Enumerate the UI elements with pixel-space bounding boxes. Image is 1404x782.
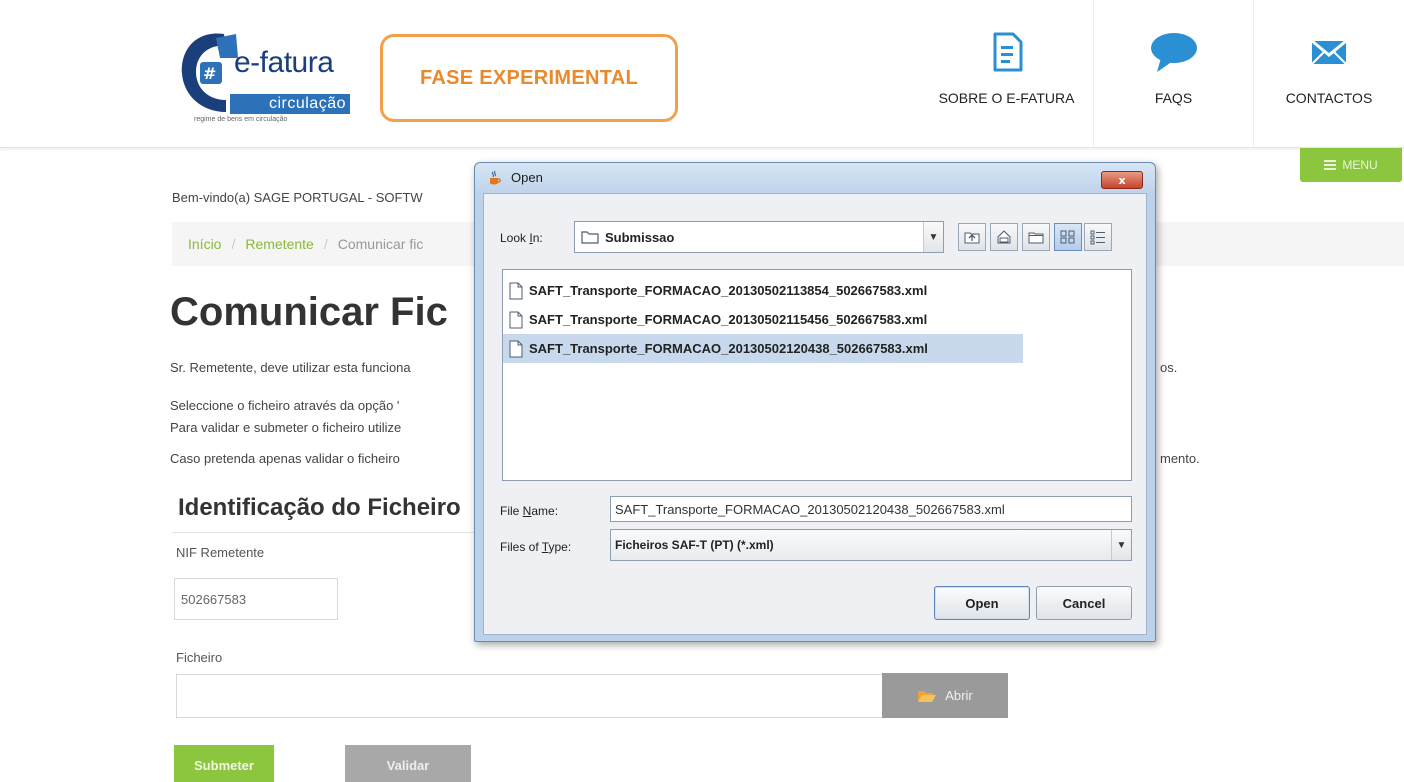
look-in-combo[interactable]: Submissao ▼ xyxy=(574,221,944,253)
file-icon xyxy=(509,282,523,299)
nif-input[interactable]: 502667583 xyxy=(174,578,338,620)
new-folder-icon xyxy=(1028,232,1044,244)
breadcrumb-current: Comunicar fic xyxy=(337,236,424,252)
home-icon xyxy=(997,230,1011,244)
abrir-button[interactable]: Abrir xyxy=(882,673,1008,718)
dialog-title: Open xyxy=(511,170,543,185)
section-title: Identificação do Ficheiro xyxy=(178,494,461,521)
look-in-value: Submissao xyxy=(605,229,675,245)
dialog-close-button[interactable]: x xyxy=(1101,171,1143,189)
instruction-validate-only: Caso pretenda apenas validar o ficheiro xyxy=(170,451,400,466)
file-icon xyxy=(509,340,523,357)
chevron-down-icon[interactable]: ▼ xyxy=(923,222,943,252)
look-in-label: Look In: xyxy=(500,231,543,245)
instruction-select: Seleccione o ficheiro através da opção ' xyxy=(170,398,400,413)
site-header: # e-fatura circulação regime de bens em … xyxy=(0,0,1404,148)
breadcrumb-separator: / xyxy=(323,236,328,252)
details-view-button[interactable] xyxy=(1084,223,1112,251)
list-view-icon xyxy=(1060,230,1075,244)
intro-paragraph-tail: os. xyxy=(1160,360,1178,375)
breadcrumb-inicio[interactable]: Início xyxy=(188,236,221,252)
efatura-logo[interactable]: # e-fatura circulação regime de bens em … xyxy=(176,28,366,128)
java-cup-icon xyxy=(490,170,501,185)
instruction-validate-only-tail: mento. xyxy=(1160,451,1200,466)
svg-text:#: # xyxy=(203,64,216,83)
files-of-type-label: Files of Type: xyxy=(500,540,572,554)
file-name-input[interactable]: SAFT_Transporte_FORMACAO_20130502120438_… xyxy=(610,496,1132,522)
instruction-validate-submit: Para validar e submeter o ficheiro utili… xyxy=(170,420,402,435)
nav-item-label: FAQS xyxy=(1154,90,1193,106)
file-list: SAFT_Transporte_FORMACAO_20130502113854_… xyxy=(502,269,1132,481)
envelope-icon xyxy=(1311,39,1347,65)
file-name: SAFT_Transporte_FORMACAO_20130502120438_… xyxy=(529,341,928,356)
files-of-type-combo[interactable]: Ficheiros SAF-T (PT) (*.xml) ▼ xyxy=(610,529,1132,561)
up-folder-icon xyxy=(964,232,980,244)
details-view-icon xyxy=(1090,230,1105,245)
dialog-titlebar[interactable]: Open x xyxy=(475,163,1155,193)
file-label: Ficheiro xyxy=(176,650,223,665)
abrir-label: Abrir xyxy=(945,688,973,703)
document-icon xyxy=(993,32,1022,72)
nav-item-sobre[interactable]: SOBRE O E-FATURA xyxy=(920,0,1093,148)
home-button[interactable] xyxy=(990,223,1018,251)
list-view-button[interactable] xyxy=(1054,223,1082,251)
welcome-text: Bem-vindo(a) SAGE PORTUGAL - SOFTW xyxy=(172,190,423,205)
breadcrumb-remetente[interactable]: Remetente xyxy=(245,236,313,252)
up-folder-button[interactable] xyxy=(958,223,986,251)
intro-paragraph: Sr. Remetente, deve utilizar esta funcio… xyxy=(170,360,411,375)
open-file-dialog: Open x Look In: Submissao ▼ SAFT_Transpo… xyxy=(474,162,1156,642)
files-of-type-value: Ficheiros SAF-T (PT) (*.xml) xyxy=(615,538,774,552)
file-name: SAFT_Transporte_FORMACAO_20130502113854_… xyxy=(529,283,928,298)
nav-item-faqs[interactable]: FAQS xyxy=(1093,0,1253,148)
logo-tagline: regime de bens em circulação xyxy=(194,116,288,123)
cancel-button[interactable]: Cancel xyxy=(1036,586,1132,620)
submeter-button[interactable]: Submeter xyxy=(174,745,274,782)
menu-button[interactable]: MENU xyxy=(1300,148,1402,182)
dialog-body: Look In: Submissao ▼ SAFT_Transporte_FOR… xyxy=(483,193,1147,635)
file-list-item-selected[interactable]: SAFT_Transporte_FORMACAO_20130502120438_… xyxy=(503,334,1023,363)
file-path-input[interactable] xyxy=(176,674,884,718)
nif-label: NIF Remetente xyxy=(176,545,265,560)
nav-item-label: SOBRE O E-FATURA xyxy=(938,90,1075,106)
speech-bubble-icon xyxy=(1150,33,1197,72)
file-name-label: File Name: xyxy=(500,504,559,518)
hamburger-icon xyxy=(1324,160,1337,170)
close-icon: x xyxy=(1118,173,1126,187)
nav-item-label: CONTACTOS xyxy=(1285,90,1373,106)
new-folder-button[interactable] xyxy=(1022,223,1050,251)
experimental-phase-badge: FASE EXPERIMENTAL xyxy=(380,34,678,122)
file-list-item[interactable]: SAFT_Transporte_FORMACAO_20130502113854_… xyxy=(503,276,1023,305)
folder-open-icon xyxy=(918,690,937,702)
logo-brand-text: e-fatura xyxy=(234,46,334,79)
section-divider xyxy=(172,532,477,533)
folder-icon xyxy=(581,231,599,244)
file-icon xyxy=(509,311,523,328)
breadcrumb-separator: / xyxy=(231,236,236,252)
validar-button[interactable]: Validar xyxy=(345,745,471,782)
file-name: SAFT_Transporte_FORMACAO_20130502115456_… xyxy=(529,312,928,327)
page-title: Comunicar Fic xyxy=(170,290,448,334)
nav-item-contactos[interactable]: CONTACTOS xyxy=(1253,0,1404,148)
open-button[interactable]: Open xyxy=(934,586,1030,620)
logo-subbrand-text: circulação xyxy=(230,94,350,114)
file-list-item[interactable]: SAFT_Transporte_FORMACAO_20130502115456_… xyxy=(503,305,1023,334)
chevron-down-icon[interactable]: ▼ xyxy=(1111,530,1131,560)
menu-label: MENU xyxy=(1342,158,1378,172)
